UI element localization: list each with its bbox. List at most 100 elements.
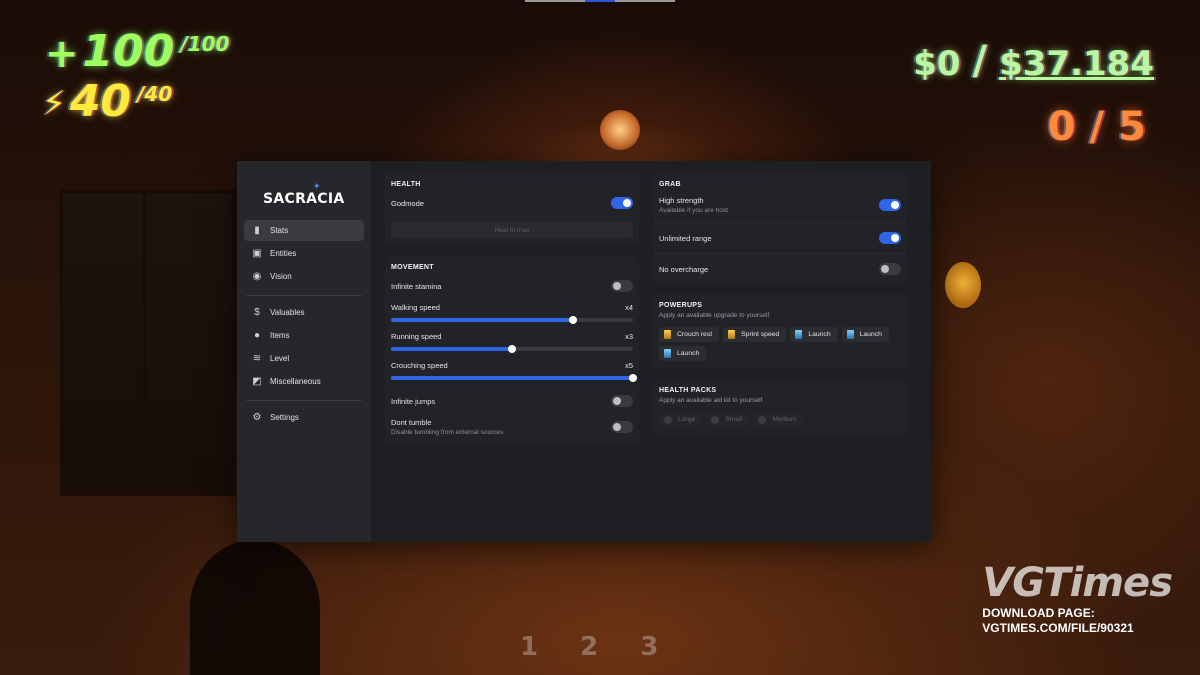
sidebar-item-miscellaneous[interactable]: ◩ Miscellaneous [244,371,364,392]
crouching-speed-value: x5 [625,361,633,370]
upgrade-gold-icon [728,330,736,339]
sidebar-item-items[interactable]: ● Items [244,325,364,346]
brand-logo: SACRACIA ✦ [263,182,364,207]
chip-label: Crouch rest [677,331,713,338]
bar-chart-icon: ▮ [254,225,260,236]
health-pack-medium-button[interactable]: Medium [753,412,804,427]
scene-poster [945,262,981,308]
no-overcharge-toggle[interactable] [879,263,901,275]
infinite-stamina-toggle[interactable] [611,280,633,292]
section-title: HEALTH PACKS [659,387,717,394]
godmode-toggle[interactable] [611,197,633,209]
brand-name: SACRACIA [263,191,345,207]
shapes-icon: ◩ [252,376,262,387]
main-content: HEALTH Godmode Heal to max MOVEMENT Infi… [371,161,931,542]
money-bag-icon: $ [254,307,260,318]
slider-fill [391,376,633,380]
godmode-label: Godmode [391,198,424,208]
health-value: 100 [82,26,175,77]
inventory-slot-2: 2 [580,632,599,662]
slider-thumb[interactable] [629,374,637,382]
sidebar-item-stats[interactable]: ▮ Stats [244,220,364,241]
sidebar-item-settings[interactable]: ⚙ Settings [244,407,364,428]
sidebar-divider [246,295,362,296]
slider-fill [391,318,573,322]
sidebar-item-level[interactable]: ≋ Level [244,348,364,369]
dont-tumble-label: Dont tumble [391,418,432,427]
health-pack-icon [711,415,720,424]
powerup-crouch-rest-button[interactable]: Crouch rest [659,327,720,342]
slider-thumb[interactable] [508,345,516,353]
chip-label: Launch [677,350,700,357]
slider-fill [391,347,512,351]
dont-tumble-toggle[interactable] [611,421,633,433]
dont-tumble-description: Disable tumbling from external sources [391,429,504,436]
movement-section: MOVEMENT Infinite stamina Walking speed … [385,256,639,444]
toggle-knob [623,199,631,207]
chip-label: Sprint speed [741,331,780,338]
health-packs-section: HEALTH PACKS Apply an available aid kit … [653,379,907,435]
infinite-stamina-row: Infinite stamina [391,279,633,293]
row-divider [653,253,907,254]
powerups-section: POWERUPS Apply an available upgrade to y… [653,294,907,369]
inventory-slots: 1 2 3 [520,632,658,662]
chip-label: Medium [772,416,797,423]
powerup-list: Crouch rest Sprint speed Launch Launch L… [659,327,901,361]
sidebar: SACRACIA ✦ ▮ Stats ▣ Entities ◉ Vision $… [237,161,371,542]
inventory-slot-1: 1 [520,632,539,662]
walking-speed-control: Walking speed x4 [391,303,633,324]
health-max: /100 [180,32,230,56]
scene-player-shadow [190,540,320,675]
section-subtitle: Apply an available aid kit to yourself [659,397,763,404]
unlimited-range-row: Unlimited range [659,231,901,245]
money-separator: / [972,38,988,84]
toggle-knob [881,265,889,273]
health-pack-large-button[interactable]: Large [659,412,703,427]
section-subtitle: Apply an available upgrade to yourself [659,312,770,319]
eye-icon: ◉ [252,271,262,282]
unlimited-range-toggle[interactable] [879,232,901,244]
bomb-icon: ● [253,330,261,341]
heal-to-max-button[interactable]: Heal to max [391,222,633,238]
top-indicator-bar [525,0,675,2]
sidebar-item-entities[interactable]: ▣ Entities [244,243,364,264]
upgrade-gold-icon [664,330,671,339]
hud-health: + 100 /100 [45,26,230,77]
toggle-knob [891,234,899,242]
hud-money: $0 / $37.184 [913,38,1154,84]
unlimited-range-label: Unlimited range [659,233,712,243]
section-title: POWERUPS [659,302,703,309]
sidebar-item-vision[interactable]: ◉ Vision [244,266,364,287]
money-total: $37.184 [999,44,1154,84]
sidebar-item-label: Miscellaneous [270,377,321,386]
no-overcharge-label: No overcharge [659,264,709,274]
dont-tumble-row: Dont tumble Disable tumbling from extern… [391,418,633,436]
infinite-jumps-toggle[interactable] [611,395,633,407]
powerup-sprint-speed-button[interactable]: Sprint speed [723,327,787,342]
powerup-launch-button[interactable]: Launch [790,327,838,342]
infinite-jumps-row: Infinite jumps [391,394,633,408]
no-overcharge-row: No overcharge [659,262,901,276]
slider-thumb[interactable] [568,316,577,324]
godmode-row: Godmode [391,196,633,210]
left-column: HEALTH Godmode Heal to max MOVEMENT Infi… [385,173,639,530]
scene-lamp [600,110,640,150]
infinite-jumps-label: Infinite jumps [391,396,436,406]
running-speed-control: Running speed x3 [391,332,633,353]
running-speed-label: Running speed [391,332,442,341]
running-speed-slider[interactable] [391,345,633,353]
high-strength-toggle[interactable] [879,199,901,211]
energy-value: 40 [69,76,132,127]
chip-label: Launch [808,331,831,338]
high-strength-description: Available if you are host [659,207,728,214]
health-pack-small-button[interactable]: Small [706,412,750,427]
watermark-line-1: DOWNLOAD PAGE: [982,606,1095,620]
powerup-launch-button[interactable]: Launch [841,327,889,342]
walking-speed-slider[interactable] [391,316,633,324]
mod-menu-panel: SACRACIA ✦ ▮ Stats ▣ Entities ◉ Vision $… [237,161,931,542]
crouching-speed-slider[interactable] [391,374,637,382]
powerup-launch-button[interactable]: Launch [659,346,707,361]
sidebar-item-valuables[interactable]: $ Valuables [244,302,364,323]
chip-label: Large [678,416,696,423]
high-strength-label: High strength [659,196,704,205]
